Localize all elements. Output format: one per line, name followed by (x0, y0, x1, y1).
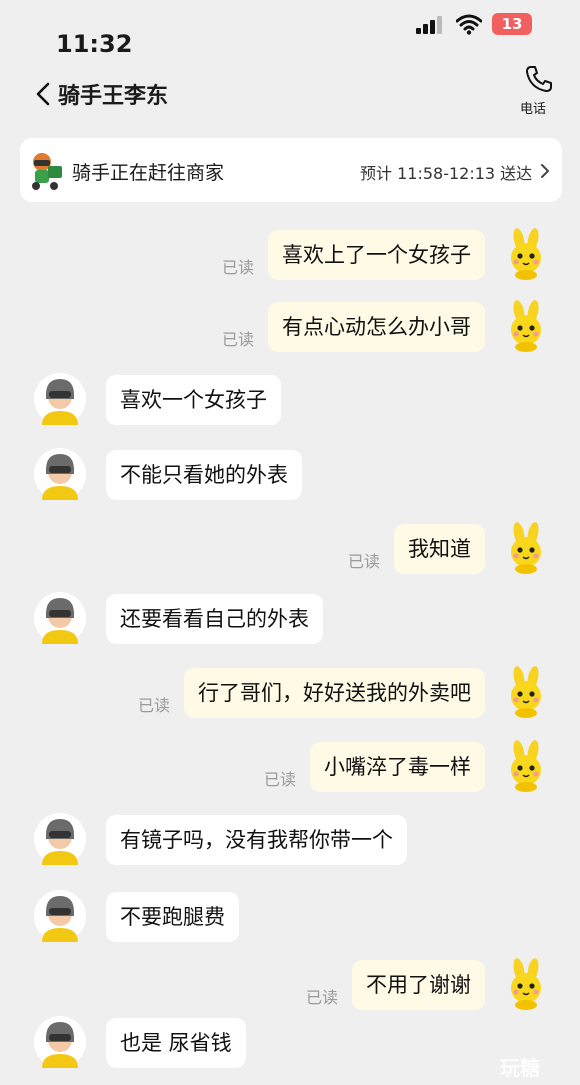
delivery-eta-text: 预计 11:58-12:13 送达 (360, 164, 533, 183)
received-message-bubble[interactable]: 不能只看她的外表 (106, 450, 302, 500)
sent-message-bubble[interactable]: 不用了谢谢 (352, 960, 485, 1010)
read-receipt: 已读 (306, 988, 339, 1007)
yellow-bunny-icon[interactable] (500, 228, 552, 280)
wifi-icon (456, 14, 482, 35)
read-receipt: 已读 (264, 770, 297, 789)
call-label[interactable]: 电话 (520, 98, 546, 117)
back-chevron-icon[interactable] (33, 81, 55, 107)
read-receipt: 已读 (138, 696, 171, 715)
received-message-bubble[interactable]: 还要看看自己的外表 (106, 594, 323, 644)
received-message-bubble[interactable]: 也是 尿省钱 (106, 1018, 246, 1068)
yellow-bunny-icon[interactable] (500, 958, 552, 1010)
yellow-bunny-icon[interactable] (500, 522, 552, 574)
battery-indicator: 13 (492, 13, 532, 35)
rider-avatar-icon[interactable] (34, 592, 86, 644)
received-message-bubble[interactable]: 有镜子吗，没有我帮你带一个 (106, 815, 407, 865)
yellow-bunny-icon[interactable] (500, 666, 552, 718)
chevron-right-icon[interactable] (540, 163, 550, 179)
rider-avatar-icon[interactable] (34, 1016, 86, 1068)
read-receipt: 已读 (348, 552, 381, 571)
yellow-bunny-icon[interactable] (500, 300, 552, 352)
delivery-status-text: 骑手正在赶往商家 (72, 162, 225, 184)
received-message-bubble[interactable]: 喜欢一个女孩子 (106, 375, 281, 425)
phone-icon[interactable] (524, 64, 554, 94)
received-message-bubble[interactable]: 不要跑腿费 (106, 892, 239, 942)
status-time: 11:32 (56, 30, 133, 58)
yellow-bunny-icon[interactable] (500, 740, 552, 792)
read-receipt: 已读 (222, 330, 255, 349)
sent-message-bubble[interactable]: 行了哥们，好好送我的外卖吧 (184, 668, 485, 718)
watermark: 玩糖 (500, 1056, 540, 1080)
rider-avatar-icon[interactable] (34, 813, 86, 865)
rider-avatar-icon[interactable] (34, 373, 86, 425)
rider-avatar-icon[interactable] (34, 448, 86, 500)
signal-icon (416, 16, 444, 34)
rider-scooter-icon (32, 153, 62, 190)
rider-avatar-icon[interactable] (34, 890, 86, 942)
sent-message-bubble[interactable]: 我知道 (394, 524, 485, 574)
rider-name-title: 骑手王李东 (58, 84, 169, 109)
sent-message-bubble[interactable]: 有点心动怎么办小哥 (268, 302, 485, 352)
read-receipt: 已读 (222, 258, 255, 277)
sent-message-bubble[interactable]: 小嘴淬了毒一样 (310, 742, 485, 792)
sent-message-bubble[interactable]: 喜欢上了一个女孩子 (268, 230, 485, 280)
